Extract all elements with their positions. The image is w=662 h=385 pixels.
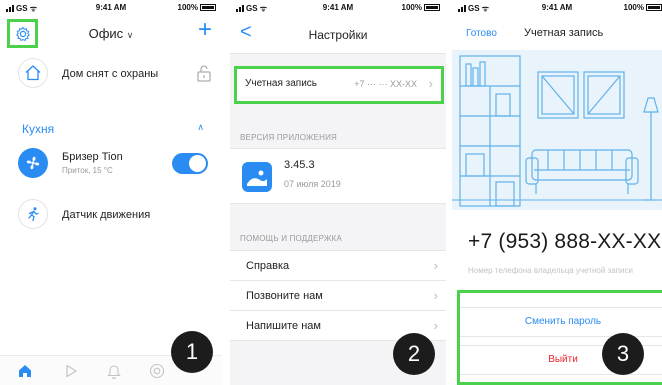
battery: 100% bbox=[178, 3, 216, 12]
status-bar: GS ᯤ 9:41 AM 100% bbox=[452, 0, 662, 14]
nav-bar: Готово Учетная запись bbox=[452, 14, 662, 50]
living-room-illustration bbox=[452, 55, 662, 207]
account-phone-number: +7 (953) 888-XX-XX bbox=[468, 230, 662, 253]
motion-sensor-row[interactable]: Датчик движения bbox=[0, 199, 222, 235]
app-version-header: ВЕРСИЯ ПРИЛОЖЕНИЯ bbox=[240, 133, 338, 142]
chevron-right-icon: › bbox=[428, 76, 433, 91]
tab-home[interactable] bbox=[16, 362, 34, 380]
home-security-label: Дом снят с охраны bbox=[62, 68, 159, 80]
home-icon bbox=[19, 365, 31, 377]
breezer-label: Бризер Tion bbox=[62, 151, 123, 163]
phone-hint: Номер телефона владельца учетной записи bbox=[468, 266, 633, 275]
help-header: ПОМОЩЬ И ПОДДЕРЖКА bbox=[240, 234, 343, 243]
section-kitchen[interactable]: Кухня bbox=[22, 122, 54, 136]
help-item-label: Справка bbox=[246, 260, 290, 272]
account-label: Учетная запись bbox=[245, 78, 318, 89]
location-selector[interactable]: Офис ∨ bbox=[0, 26, 222, 41]
tab-support[interactable] bbox=[148, 362, 166, 380]
battery-icon bbox=[646, 4, 662, 11]
battery: 100% bbox=[402, 3, 440, 12]
done-button[interactable]: Готово bbox=[466, 28, 497, 39]
lifebuoy-icon bbox=[149, 363, 165, 379]
battery-icon bbox=[200, 4, 216, 11]
app-version: 3.45.3 bbox=[284, 159, 315, 171]
app-logo-icon bbox=[242, 162, 272, 192]
location-title: Офис bbox=[88, 26, 124, 41]
change-password-button[interactable]: Сменить пароль bbox=[460, 307, 662, 337]
nav-bar: < Настройки bbox=[230, 14, 446, 54]
battery-icon bbox=[424, 4, 440, 11]
tab-notifications[interactable] bbox=[105, 362, 123, 380]
unlock-icon bbox=[197, 65, 211, 82]
home-security-row[interactable]: Дом снят с охраны bbox=[0, 56, 222, 94]
add-button[interactable]: + bbox=[198, 18, 212, 42]
help-item-label: Напишите нам bbox=[246, 320, 321, 332]
status-bar: GS ᯤ 9:41 AM 100% bbox=[0, 0, 222, 14]
chevron-right-icon: › bbox=[433, 288, 438, 303]
help-item-faq[interactable]: Справка › bbox=[230, 251, 446, 281]
app-release-date: 07 июля 2019 bbox=[284, 179, 341, 189]
home-screen: GS ᯤ 9:41 AM 100% Офис ∨ + Дом снят с ох… bbox=[0, 0, 222, 385]
step-badge: 3 bbox=[602, 333, 644, 375]
running-person-icon bbox=[18, 199, 48, 229]
room-illustration bbox=[452, 50, 662, 210]
chevron-down-icon: ∨ bbox=[126, 30, 134, 40]
breezer-status: Приток, 15 °C bbox=[62, 166, 113, 175]
breezer-toggle[interactable] bbox=[172, 153, 208, 174]
status-bar: GS ᯤ 9:41 AM 100% bbox=[230, 0, 446, 14]
help-item-label: Позвоните нам bbox=[246, 290, 323, 302]
account-row[interactable]: Учетная запись +7 ··· ··· XX-XX › bbox=[234, 66, 444, 104]
help-list: Справка › Позвоните нам › Напишите нам › bbox=[230, 250, 446, 341]
page-title: Учетная запись bbox=[524, 27, 604, 39]
battery: 100% bbox=[624, 3, 662, 12]
step-badge: 1 bbox=[171, 331, 213, 373]
motion-sensor-label: Датчик движения bbox=[62, 209, 151, 221]
fan-icon bbox=[18, 148, 48, 178]
battery-label: 100% bbox=[623, 3, 644, 12]
breezer-row[interactable]: Бризер Tion Приток, 15 °C bbox=[0, 145, 222, 185]
app-version-row: 3.45.3 07 июля 2019 bbox=[230, 148, 446, 204]
step-badge: 2 bbox=[393, 333, 435, 375]
play-icon bbox=[66, 364, 77, 378]
chevron-up-icon[interactable]: ∧ bbox=[197, 122, 204, 133]
bell-icon bbox=[107, 365, 121, 379]
house-icon bbox=[18, 58, 48, 88]
settings-screen: GS ᯤ 9:41 AM 100% < Настройки Учетная за… bbox=[230, 0, 446, 385]
account-phone: +7 ··· ··· XX-XX bbox=[354, 79, 417, 89]
battery-label: 100% bbox=[401, 3, 422, 12]
chevron-right-icon: › bbox=[433, 318, 438, 333]
page-title: Настройки bbox=[308, 28, 368, 42]
battery-label: 100% bbox=[177, 3, 198, 12]
tab-scenarios[interactable] bbox=[62, 362, 80, 380]
chevron-right-icon: › bbox=[433, 258, 438, 273]
help-item-call[interactable]: Позвоните нам › bbox=[230, 281, 446, 311]
account-screen: GS ᯤ 9:41 AM 100% Готово Учетная запись bbox=[452, 0, 662, 385]
